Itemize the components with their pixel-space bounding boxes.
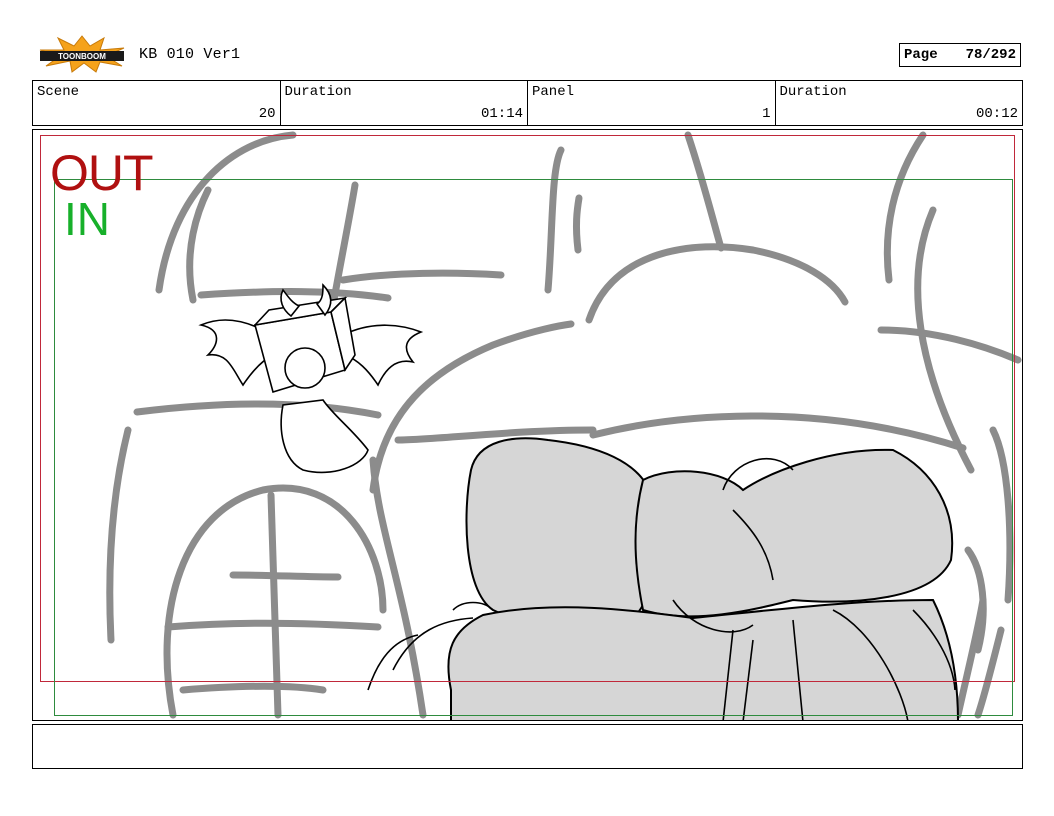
panel-duration-label: Duration: [779, 84, 847, 100]
scene-duration-label: Duration: [284, 84, 352, 100]
panel-value: 1: [762, 106, 771, 122]
out-frame-label: OUT: [50, 145, 154, 201]
panel-duration-value: 00:12: [975, 106, 1018, 122]
panel-cell: Panel 1: [528, 81, 776, 125]
panel-notes-field[interactable]: [32, 724, 1023, 769]
scene-label: Scene: [37, 84, 80, 100]
storyboard-panel[interactable]: OUT IN: [32, 129, 1023, 721]
toonboom-logo-icon: TOONBOOM: [39, 35, 125, 73]
panel-duration-cell: Duration 00:12: [776, 81, 1023, 125]
page-label: Page: [904, 47, 938, 63]
panel-label: Panel: [532, 84, 575, 100]
scene-cell: Scene 20: [33, 81, 281, 125]
panel-info-row: Scene 20 Duration 01:14 Panel 1 Duration…: [32, 80, 1023, 126]
document-title: KB 010 Ver1: [139, 46, 241, 63]
scene-duration-value: 01:14: [480, 106, 523, 122]
page-number: 78/292: [965, 47, 1016, 63]
in-frame-label: IN: [64, 193, 110, 245]
page-indicator: Page 78/292: [899, 43, 1021, 67]
svg-text:TOONBOOM: TOONBOOM: [58, 52, 106, 61]
scene-duration-cell: Duration 01:14: [281, 81, 528, 125]
in-safe-frame: [54, 179, 1013, 716]
scene-value: 20: [258, 106, 276, 122]
